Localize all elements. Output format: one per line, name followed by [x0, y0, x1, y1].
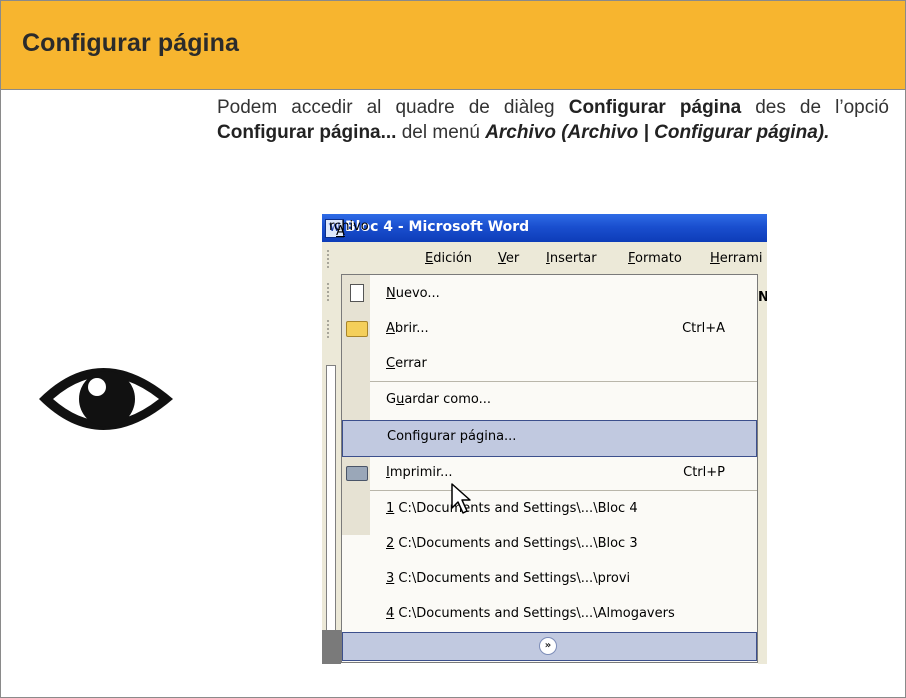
menu-item-recent-1[interactable]: 1 C:\Documents and Settings\...\Bloc 4	[342, 492, 757, 527]
word-window-title: Bloc 4 - Microsoft Word	[345, 219, 530, 235]
menu-item-recent-2[interactable]: 2 C:\Documents and Settings\...\Bloc 3	[342, 527, 757, 562]
menu-separator	[370, 490, 757, 491]
intro-bold-2: Configurar página...	[217, 121, 397, 143]
word-menubar: Edición Ver Insertar Formato Herrami	[322, 242, 767, 275]
intro-bold-italic: Archivo (Archivo | Configurar página).	[485, 121, 830, 143]
word-left-toolbars	[322, 275, 341, 664]
menu-item-recent-3[interactable]: 3 C:\Documents and Settings\...\provi	[342, 562, 757, 597]
intro-bold-1: Configurar página	[568, 97, 742, 118]
word-titlebar: W Bloc 4 - Microsoft Word	[322, 214, 767, 242]
menu-formato[interactable]: Formato	[628, 251, 682, 266]
intro-text-2: des de l’opció	[741, 97, 890, 118]
shortcut-imprimir: Ctrl+P	[683, 465, 725, 480]
menu-item-nuevo[interactable]: Nuevo...	[342, 277, 757, 312]
open-folder-icon	[346, 321, 368, 337]
new-document-icon	[350, 284, 364, 302]
shortcut-abrir: Ctrl+A	[682, 321, 725, 336]
printer-icon	[346, 466, 368, 481]
toolbar-grip[interactable]	[327, 250, 332, 268]
menu-separator	[370, 381, 757, 382]
menu-item-imprimir[interactable]: Imprimir... Ctrl+P	[342, 456, 757, 491]
menu-item-abrir[interactable]: Abrir... Ctrl+A	[342, 312, 757, 347]
toolbar-grip[interactable]	[327, 320, 332, 338]
expand-chevron-icon[interactable]: »	[539, 637, 557, 655]
menu-item-guardar-como[interactable]: Guardar como...	[342, 383, 757, 418]
mouse-cursor-icon	[451, 483, 471, 514]
menu-ver[interactable]: Ver	[498, 251, 519, 266]
menu-item-cerrar[interactable]: Cerrar	[342, 347, 757, 382]
menu-item-configurar-pagina[interactable]: Configurar página...	[342, 420, 757, 457]
archivo-dropdown-menu: Nuevo... Abrir... Ctrl+A Cerrar Guardar …	[341, 274, 758, 663]
intro-paragraph: Podem accedir al quadre de diàleg Config…	[217, 96, 889, 145]
ruler-shadow	[322, 630, 341, 664]
vertical-ruler	[326, 365, 336, 664]
content-card: Configurar página Podem accedir al quadr…	[0, 0, 906, 698]
word-right-toolbars: N	[758, 275, 767, 664]
menu-expand-row[interactable]: »	[342, 632, 757, 661]
word-screenshot: W Bloc 4 - Microsoft Word Edición Ver In…	[322, 214, 767, 664]
card-header: Configurar página	[1, 1, 905, 90]
page-title: Configurar página	[22, 29, 239, 57]
eye-icon	[39, 368, 173, 430]
menu-edicion[interactable]: Edición	[425, 251, 472, 266]
toolbar-grip[interactable]	[327, 283, 332, 301]
menu-item-recent-4[interactable]: 4 C:\Documents and Settings\...\Almogave…	[342, 597, 757, 632]
intro-text-3: del menú	[396, 121, 486, 143]
menu-insertar[interactable]: Insertar	[546, 251, 597, 266]
menu-herramientas[interactable]: Herrami	[710, 251, 762, 266]
intro-text-1: Podem accedir al quadre de diàleg	[217, 97, 569, 118]
